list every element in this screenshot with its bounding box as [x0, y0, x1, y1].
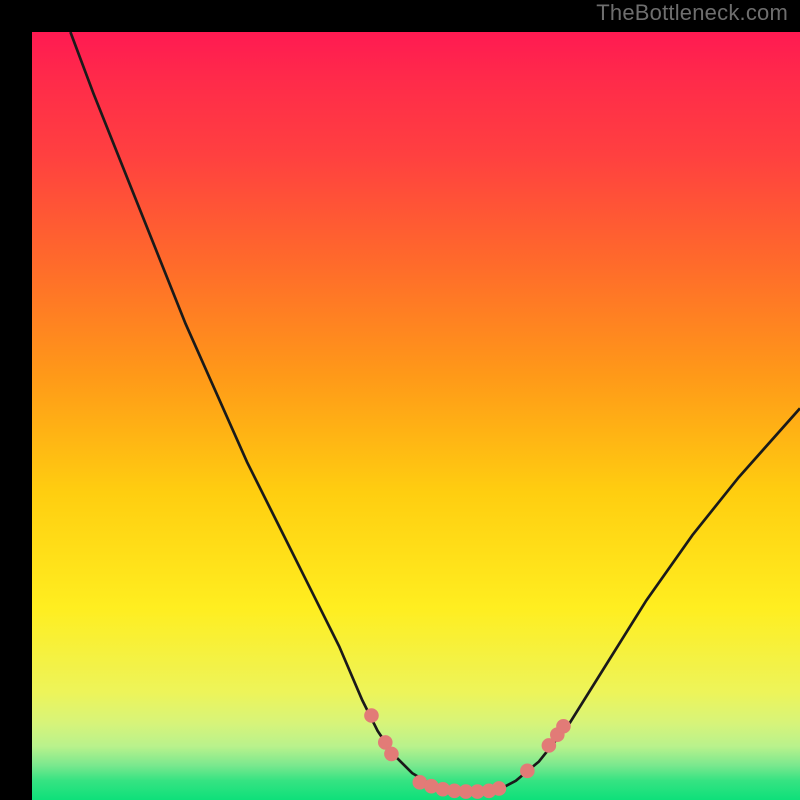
baseline-dot-8: [492, 781, 507, 796]
plot-area: [32, 32, 800, 800]
left-lower-dot: [384, 747, 399, 762]
left-upper-dot: [364, 708, 379, 723]
right-lower-dot: [520, 764, 535, 779]
right-upper-dot-2: [556, 719, 571, 734]
chart-frame: [16, 16, 784, 784]
bottleneck-curve: [70, 32, 800, 792]
curve-layer: [32, 32, 800, 800]
watermark-text: TheBottleneck.com: [596, 0, 788, 26]
marker-group: [364, 708, 571, 799]
